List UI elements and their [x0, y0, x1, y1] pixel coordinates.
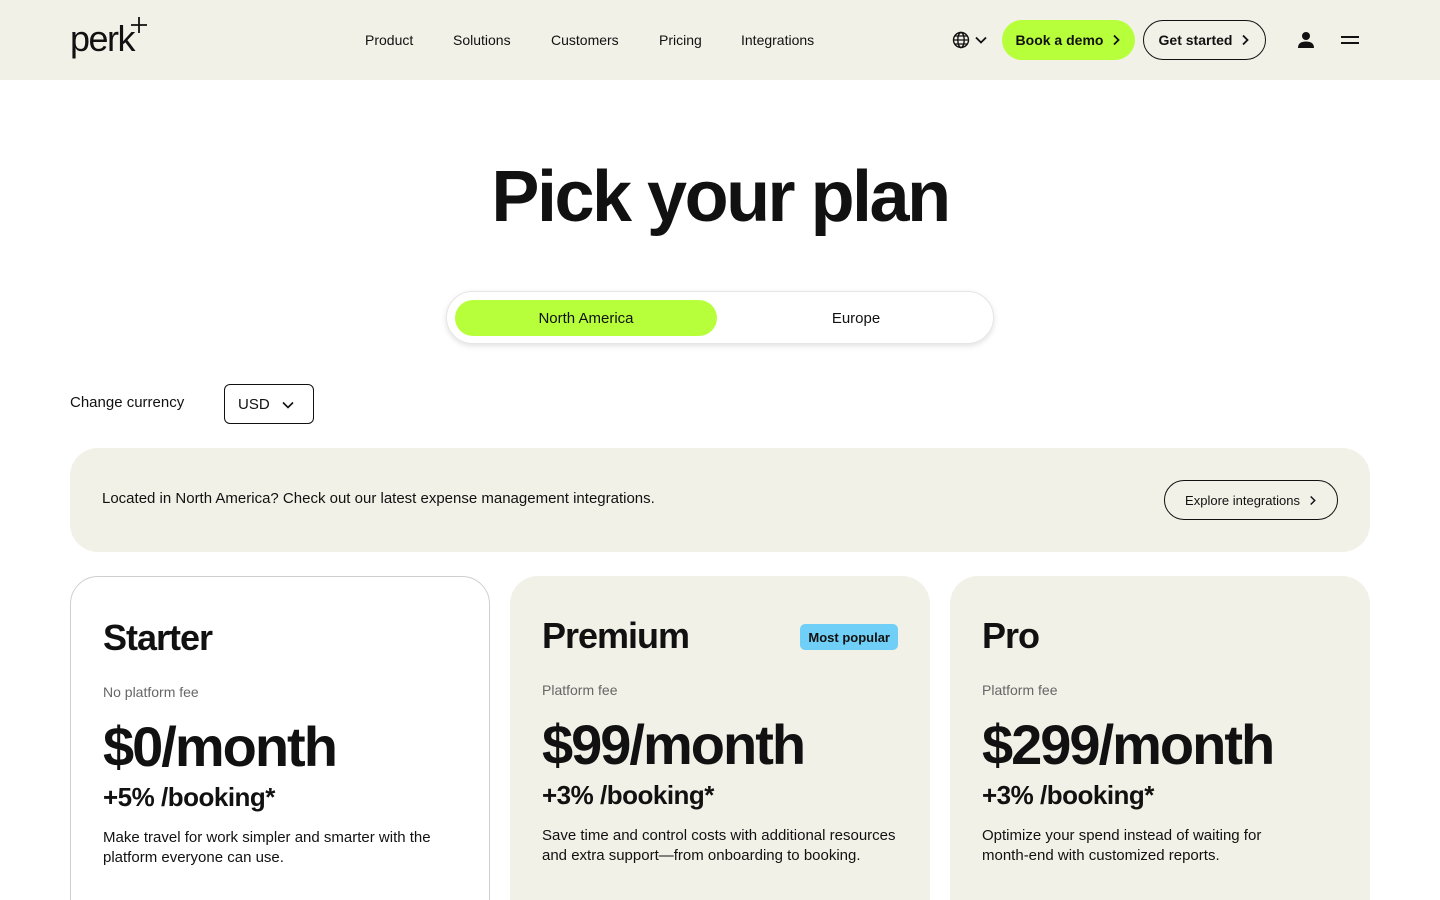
- plan-fee-label: Platform fee: [542, 682, 618, 698]
- integrations-banner: Located in North America? Check out our …: [70, 448, 1370, 552]
- plan-card-pro: Pro Platform fee $299/month +3% /booking…: [950, 576, 1370, 900]
- region-toggle: North America Europe: [446, 291, 994, 344]
- nav-customers[interactable]: Customers: [551, 31, 619, 49]
- get-started-button[interactable]: Get started: [1143, 20, 1266, 60]
- nav-solutions[interactable]: Solutions: [453, 31, 511, 49]
- globe-icon: [952, 31, 970, 49]
- explore-integrations-button[interactable]: Explore integrations: [1164, 480, 1338, 520]
- currency-value: USD: [238, 395, 270, 413]
- book-demo-label: Book a demo: [1015, 32, 1104, 48]
- plan-fee-label: No platform fee: [103, 684, 199, 700]
- chevron-down-icon: [975, 36, 987, 44]
- plan-price: $0/month: [103, 715, 338, 778]
- plan-name: Premium: [542, 615, 690, 656]
- chevron-down-icon: [282, 401, 294, 409]
- book-demo-button[interactable]: Book a demo: [1002, 20, 1135, 60]
- plan-description: Make travel for work simpler and smarter…: [103, 829, 431, 866]
- currency-select[interactable]: USD: [224, 384, 314, 424]
- plan-price: $99/month: [542, 713, 806, 776]
- plan-description: Optimize your spend instead of waiting f…: [982, 827, 1262, 864]
- nav-pricing[interactable]: Pricing: [659, 31, 702, 49]
- page-title: Pick your plan: [491, 157, 951, 237]
- language-selector[interactable]: [952, 30, 992, 50]
- plus-icon: [131, 17, 147, 33]
- plan-card-premium: Premium Most popular Platform fee $99/mo…: [510, 576, 930, 900]
- chevron-right-icon: [1113, 34, 1121, 46]
- chevron-right-icon: [1242, 34, 1250, 46]
- currency-label: Change currency: [70, 394, 185, 411]
- perk-logo[interactable]: perk: [70, 16, 150, 58]
- nav-integrations[interactable]: Integrations: [741, 31, 814, 49]
- plan-card-starter: Starter No platform fee $0/month +5% /bo…: [70, 576, 490, 900]
- nav-product[interactable]: Product: [365, 31, 413, 49]
- plan-price: $299/month: [982, 713, 1275, 776]
- plan-description: Save time and control costs with additio…: [542, 827, 896, 864]
- banner-text: Located in North America? Check out our …: [102, 490, 655, 507]
- chevron-right-icon: [1310, 495, 1316, 505]
- site-header: perk Product Solutions Customers Pricing…: [0, 0, 1440, 80]
- region-north-america[interactable]: North America: [455, 300, 717, 336]
- most-popular-badge: Most popular: [800, 624, 898, 650]
- plan-fee-label: Platform fee: [982, 682, 1058, 698]
- get-started-label: Get started: [1158, 32, 1233, 48]
- logo-text: perk: [70, 18, 136, 59]
- hamburger-menu-icon[interactable]: [1340, 32, 1360, 48]
- user-icon[interactable]: [1296, 30, 1316, 50]
- plan-booking-fee: +3% /booking*: [542, 780, 714, 810]
- plan-booking-fee: +5% /booking*: [103, 782, 275, 812]
- region-europe[interactable]: Europe: [725, 300, 987, 336]
- plan-name: Starter: [103, 617, 213, 658]
- plan-booking-fee: +3% /booking*: [982, 780, 1154, 810]
- plan-name: Pro: [982, 615, 1040, 656]
- explore-integrations-label: Explore integrations: [1185, 492, 1300, 508]
